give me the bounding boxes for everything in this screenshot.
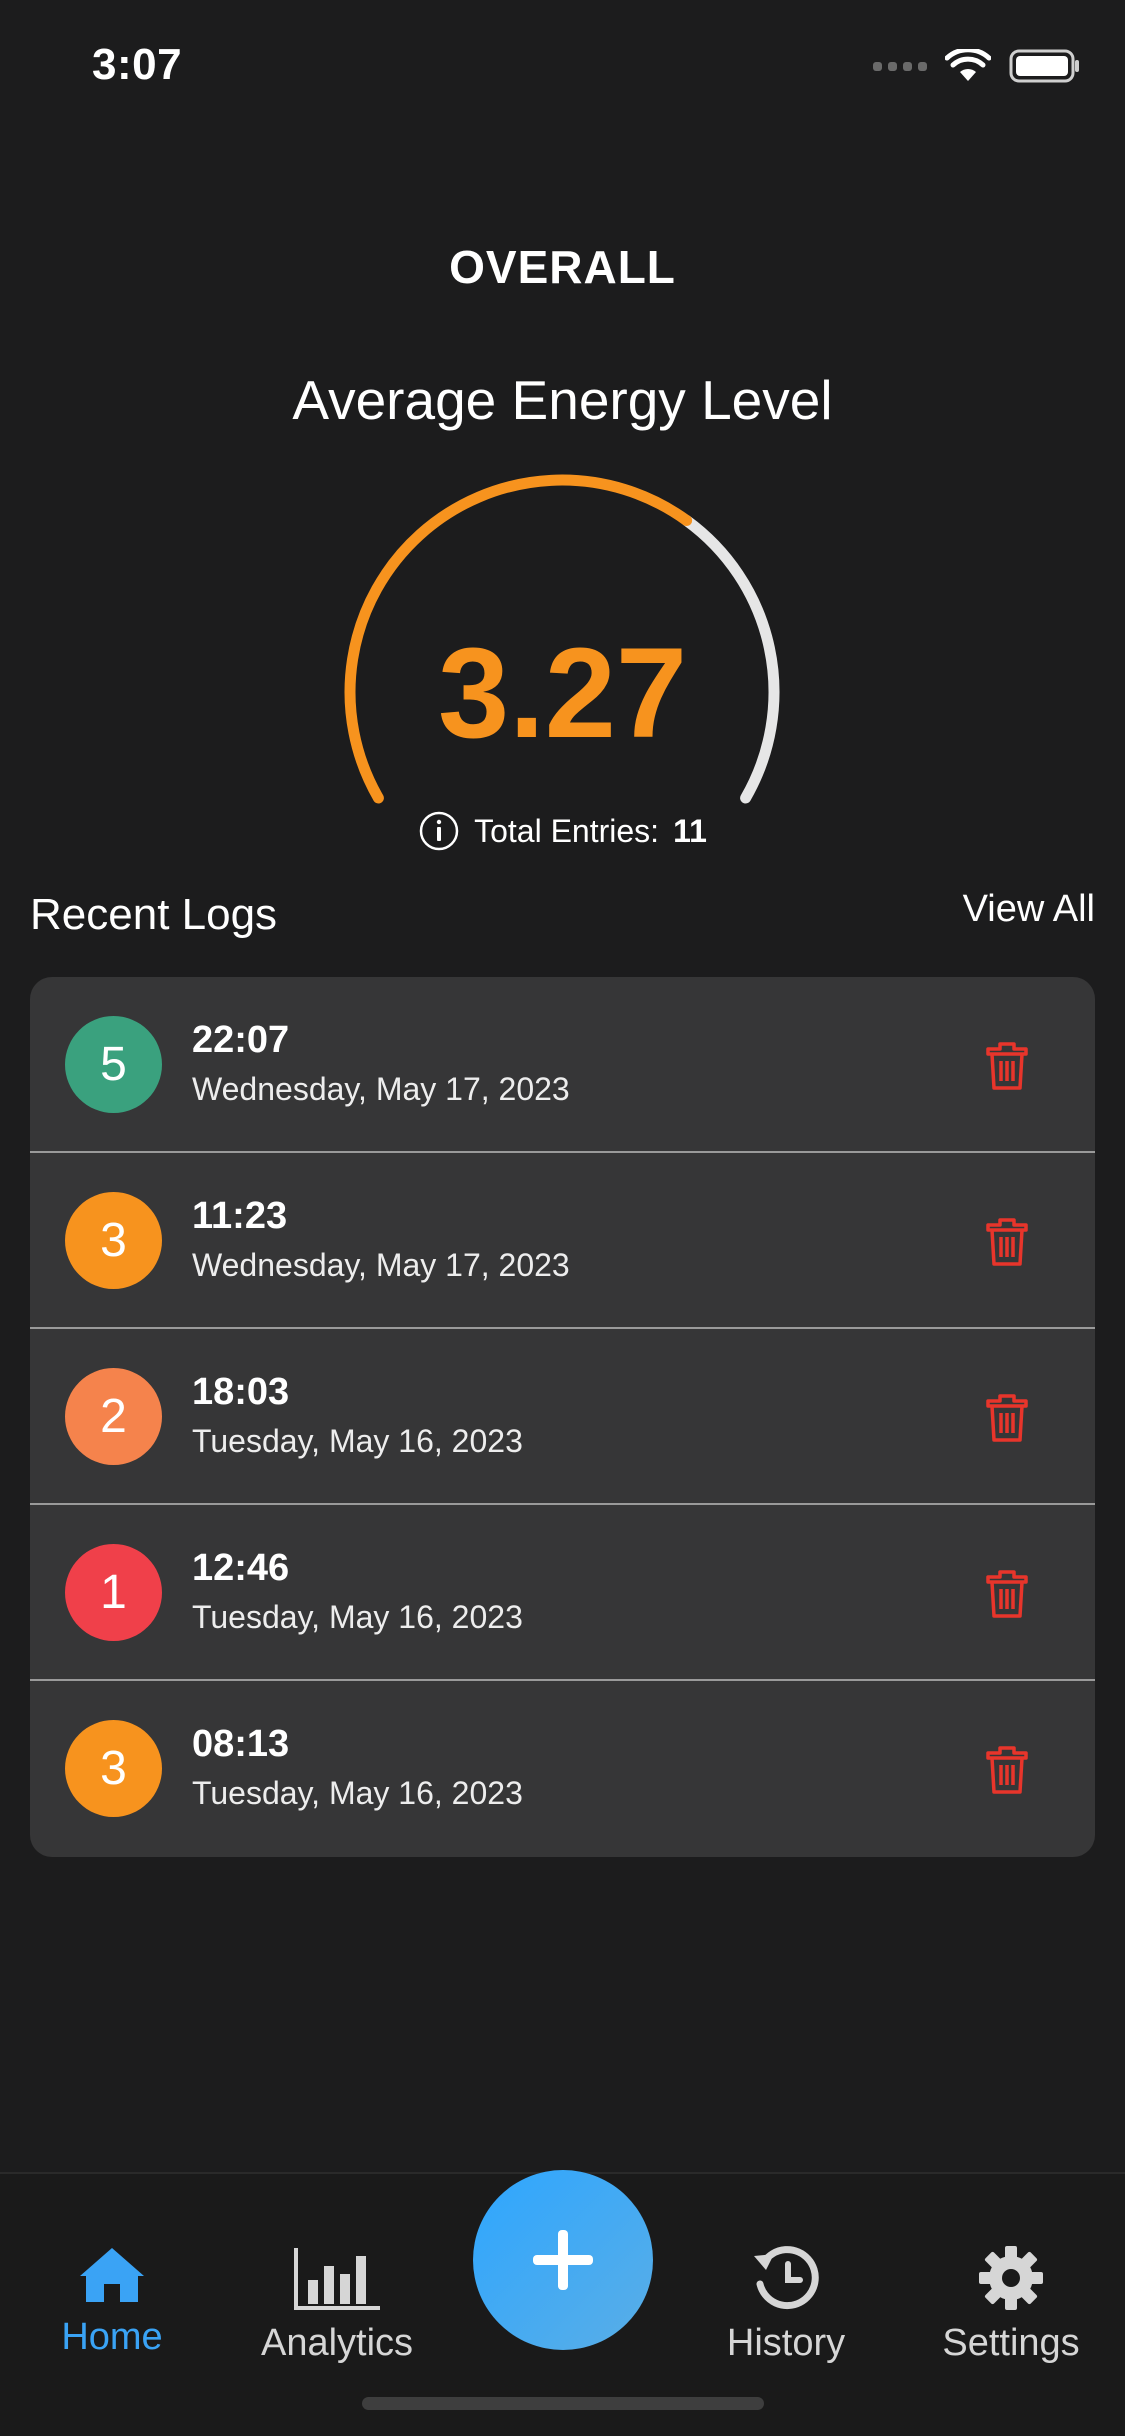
log-date: Tuesday, May 16, 2023 (192, 1423, 523, 1459)
page-title: OVERALL (449, 241, 676, 293)
log-date: Tuesday, May 16, 2023 (192, 1599, 523, 1635)
recent-logs-list: 5 22:07 Wednesday, May 17, 2023 3 11:23 … (30, 977, 1095, 1857)
view-all-link[interactable]: View All (963, 888, 1095, 931)
tab-settings[interactable]: Settings (921, 2244, 1101, 2365)
recent-logs-title: Recent Logs (30, 890, 278, 939)
log-item[interactable]: 3 08:13 Tuesday, May 16, 2023 (30, 1681, 1095, 1857)
trash-icon[interactable] (984, 1392, 1030, 1444)
log-date: Tuesday, May 16, 2023 (192, 1775, 523, 1811)
home-indicator (362, 2397, 764, 2410)
log-item[interactable]: 5 22:07 Wednesday, May 17, 2023 (30, 977, 1095, 1153)
log-time: 18:03 (192, 1371, 290, 1413)
trash-icon[interactable] (984, 1216, 1030, 1268)
tab-home[interactable]: Home (22, 2244, 202, 2359)
tab-history[interactable]: History (696, 2244, 876, 2365)
tab-analytics-label: Analytics (260, 2322, 414, 2364)
energy-level-badge: 5 (65, 1016, 162, 1113)
screen: 3:07 OVERALL Average Energy Level 3.27 T… (0, 0, 1125, 2436)
log-time: 08:13 (192, 1723, 290, 1765)
status-icons (873, 48, 1081, 84)
trash-icon[interactable] (984, 1744, 1030, 1796)
log-date: Wednesday, May 17, 2023 (192, 1247, 570, 1283)
battery-icon (1009, 49, 1079, 83)
plus-icon (533, 2230, 593, 2290)
total-entries-label: Total Entries: (474, 812, 660, 849)
log-item[interactable]: 2 18:03 Tuesday, May 16, 2023 (30, 1329, 1095, 1505)
log-time: 12:46 (192, 1547, 290, 1589)
gauge-title: Average Energy Level (292, 369, 833, 431)
energy-level-badge: 1 (65, 1544, 162, 1641)
log-item[interactable]: 1 12:46 Tuesday, May 16, 2023 (30, 1505, 1095, 1681)
info-icon[interactable] (418, 810, 460, 852)
energy-level-badge: 3 (65, 1720, 162, 1817)
gear-icon (979, 2246, 1043, 2310)
energy-level-badge: 2 (65, 1368, 162, 1465)
status-time: 3:07 (92, 40, 183, 89)
log-date: Wednesday, May 17, 2023 (192, 1071, 570, 1107)
gauge-value: 3.27 (437, 622, 688, 765)
trash-icon[interactable] (984, 1568, 1030, 1620)
tab-history-label: History (726, 2322, 846, 2364)
log-time: 11:23 (192, 1195, 288, 1237)
cellular-signal-icon (873, 61, 927, 71)
add-entry-button[interactable] (473, 2170, 653, 2350)
log-item[interactable]: 3 11:23 Wednesday, May 17, 2023 (30, 1153, 1095, 1329)
history-icon (754, 2246, 819, 2310)
tab-analytics[interactable]: Analytics (247, 2244, 427, 2365)
tab-home-label: Home (61, 2316, 163, 2358)
log-time: 22:07 (192, 1019, 290, 1061)
bar-chart-icon (294, 2248, 380, 2310)
wifi-icon (945, 49, 991, 81)
total-entries[interactable]: Total Entries: 11 (0, 810, 1125, 852)
energy-level-badge: 3 (65, 1192, 162, 1289)
tab-settings-label: Settings (942, 2322, 1080, 2364)
trash-icon[interactable] (984, 1040, 1030, 1092)
home-icon (80, 2248, 144, 2302)
total-entries-count: 11 (673, 812, 707, 849)
